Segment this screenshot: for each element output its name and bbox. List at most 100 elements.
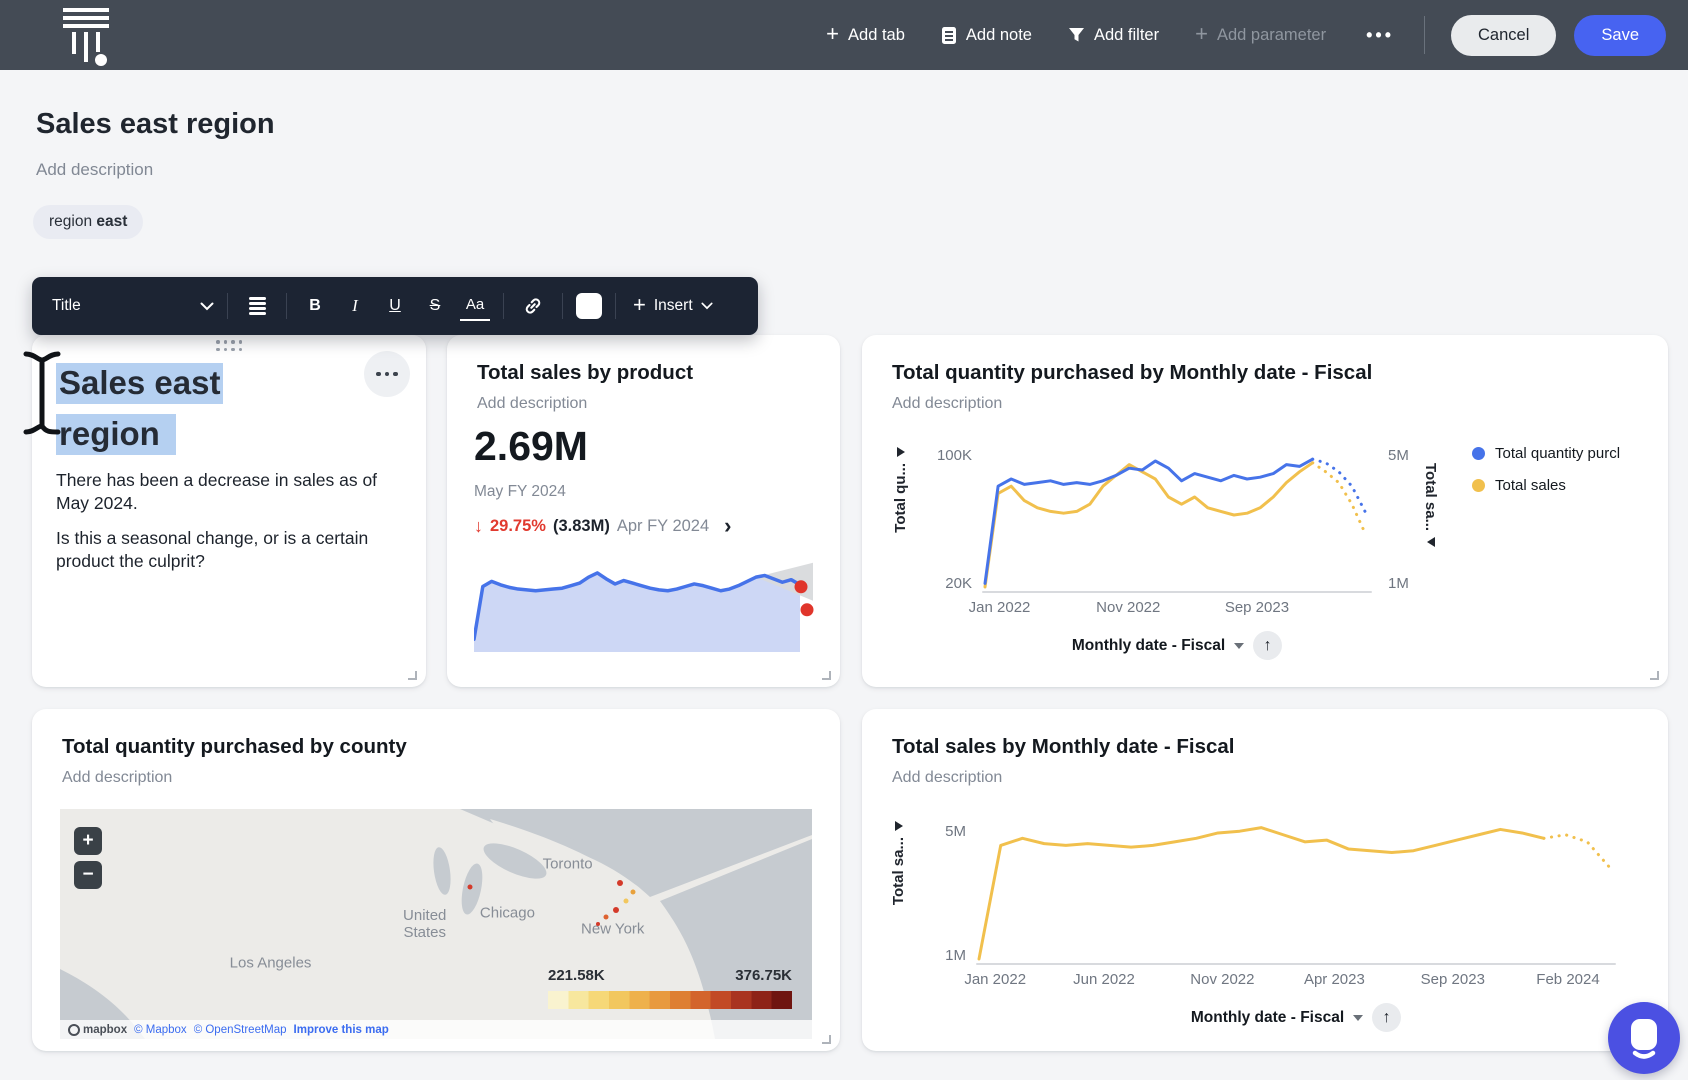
page-title[interactable]: Sales east region — [36, 108, 275, 141]
note-paragraph[interactable]: Is this a seasonal change, or is a certa… — [56, 527, 386, 573]
zoom-in-button[interactable]: + — [74, 827, 102, 855]
more-options-button[interactable]: ••• — [1366, 25, 1394, 46]
chart-footer: Monthly date - Fiscal ↑ — [976, 1003, 1616, 1032]
format-button-aa[interactable]: Aa — [460, 291, 490, 321]
change-absolute: (3.83M) — [553, 517, 610, 536]
note-icon — [941, 26, 957, 45]
mapbox-logo-icon — [68, 1024, 80, 1036]
text-note-card[interactable]: Sales east region There has been a decre… — [32, 335, 426, 687]
map-data-point[interactable] — [617, 880, 623, 886]
save-button[interactable]: Save — [1574, 15, 1666, 56]
map-city-label: Chicago — [480, 904, 535, 921]
card-description-placeholder[interactable]: Add description — [892, 769, 1002, 787]
map-data-point[interactable] — [623, 899, 628, 904]
map-data-point[interactable] — [613, 907, 619, 913]
card-resize-grip[interactable] — [408, 671, 417, 680]
card-title: Total quantity purchased by county — [62, 735, 407, 759]
map-data-point[interactable] — [631, 889, 636, 894]
card-title: Total sales by Monthly date - Fiscal — [892, 735, 1235, 759]
caret-down-icon[interactable] — [1234, 643, 1244, 649]
card-description-placeholder[interactable]: Add description — [477, 395, 587, 413]
x-axis-ticks: Jan 2022Jun 2022Nov 2022Apr 2023Sep 2023… — [976, 971, 1616, 991]
expand-pane-icon[interactable] — [1427, 537, 1435, 547]
format-button-u[interactable]: U — [380, 291, 410, 321]
selected-text-line2: region — [56, 414, 176, 455]
add-tab-button[interactable]: + Add tab — [826, 25, 905, 45]
left-axis-min-label: 1M — [916, 947, 966, 964]
tag-key: region — [49, 213, 92, 230]
legend-color-dot — [1472, 447, 1485, 460]
insert-dropdown[interactable]: + Insert — [633, 296, 713, 316]
tableau-logo — [60, 6, 112, 68]
region-tag-chip[interactable]: region east — [33, 205, 143, 239]
expand-pane-icon[interactable] — [895, 821, 903, 831]
drag-handle[interactable] — [216, 340, 242, 351]
legend-item[interactable]: Total quantity purcl — [1472, 445, 1668, 462]
compare-period: Apr FY 2024 — [617, 517, 709, 536]
expand-pane-icon[interactable] — [897, 447, 905, 457]
openstreetmap-link[interactable]: © OpenStreetMap — [194, 1024, 287, 1036]
align-left-icon — [249, 295, 266, 317]
link-button[interactable] — [517, 290, 549, 322]
sort-ascending-button[interactable]: ↑ — [1253, 631, 1282, 660]
plus-icon: + — [826, 23, 839, 45]
map-attribution: mapbox © Mapbox © OpenStreetMap Improve … — [60, 1020, 812, 1039]
map-data-point[interactable] — [596, 922, 600, 926]
text-style-dropdown[interactable]: Title — [52, 297, 214, 315]
card-resize-grip[interactable] — [822, 1035, 831, 1044]
legend-label: Total quantity purcl — [1495, 445, 1620, 462]
link-icon — [523, 296, 543, 316]
align-left-button[interactable] — [241, 290, 273, 322]
add-filter-button[interactable]: Add filter — [1068, 26, 1159, 45]
chart-card-quantity-by-month[interactable]: Total quantity purchased by Monthly date… — [862, 335, 1668, 687]
sales-line-chart[interactable] — [976, 813, 1616, 963]
mapbox-link[interactable]: © Mapbox — [134, 1024, 187, 1036]
arrow-down-icon: ↓ — [474, 516, 483, 537]
map-city-label: Toronto — [543, 856, 593, 873]
legend-item[interactable]: Total sales — [1472, 477, 1668, 494]
card-menu-button[interactable] — [364, 351, 410, 397]
mapbox-logo[interactable]: mapbox — [68, 1024, 127, 1036]
x-axis-field-label[interactable]: Monthly date - Fiscal — [1072, 637, 1225, 655]
metric-value: 2.69M — [474, 423, 588, 470]
x-axis-line — [976, 963, 1616, 965]
card-description-placeholder[interactable]: Add description — [62, 769, 172, 787]
map-data-point[interactable] — [467, 885, 472, 890]
map-canvas[interactable]: + − 221.58K 376.75K mapbox © Mapbox © Op… — [60, 809, 812, 1039]
sort-ascending-button[interactable]: ↑ — [1372, 1003, 1401, 1032]
x-axis-field-label[interactable]: Monthly date - Fiscal — [1191, 1009, 1344, 1027]
add-note-button[interactable]: Add note — [941, 26, 1032, 45]
map-card-quantity-by-county[interactable]: Total quantity purchased by county Add d… — [32, 709, 840, 1051]
improve-map-link[interactable]: Improve this map — [294, 1024, 389, 1036]
card-description-placeholder[interactable]: Add description — [892, 395, 1002, 413]
toolbar-divider — [503, 293, 504, 319]
card-resize-grip[interactable] — [1650, 671, 1659, 680]
metric-card-total-sales-by-product[interactable]: Total sales by product Add description 2… — [447, 335, 840, 687]
format-button-i[interactable]: I — [340, 291, 370, 321]
note-heading[interactable]: Sales east region — [56, 357, 223, 459]
chat-help-button[interactable] — [1608, 1002, 1680, 1074]
note-paragraph[interactable]: There has been a decrease in sales as of… — [56, 469, 386, 515]
text-format-toolbar: Title BIUS Aa + Insert — [32, 277, 758, 335]
format-button-s[interactable]: S — [420, 291, 450, 321]
chart-card-sales-by-month[interactable]: Total sales by Monthly date - Fiscal Add… — [862, 709, 1668, 1051]
topbar-actions: + Add tab Add note Add filter + Add para… — [826, 25, 1394, 46]
map-data-point[interactable] — [603, 915, 608, 920]
chevron-right-icon[interactable]: › — [724, 515, 731, 537]
quantity-line-chart[interactable] — [982, 439, 1372, 591]
zoom-out-button[interactable]: − — [74, 861, 102, 889]
card-title: Total sales by product — [477, 361, 693, 385]
caret-down-icon[interactable] — [1353, 1015, 1363, 1021]
card-resize-grip[interactable] — [822, 671, 831, 680]
text-color-swatch[interactable] — [576, 293, 602, 319]
format-button-b[interactable]: B — [300, 291, 330, 321]
map-city-label: New York — [581, 920, 644, 937]
add-parameter-button[interactable]: + Add parameter — [1195, 25, 1326, 45]
page-description-placeholder[interactable]: Add description — [36, 160, 153, 180]
map-city-label: United States — [388, 907, 462, 941]
right-axis-title: Total sa... — [1422, 463, 1439, 547]
sales-sparkline-chart[interactable] — [474, 555, 814, 652]
cancel-button[interactable]: Cancel — [1451, 15, 1556, 56]
metric-period: May FY 2024 — [474, 483, 566, 501]
map-city-label: Los Angeles — [230, 955, 312, 972]
